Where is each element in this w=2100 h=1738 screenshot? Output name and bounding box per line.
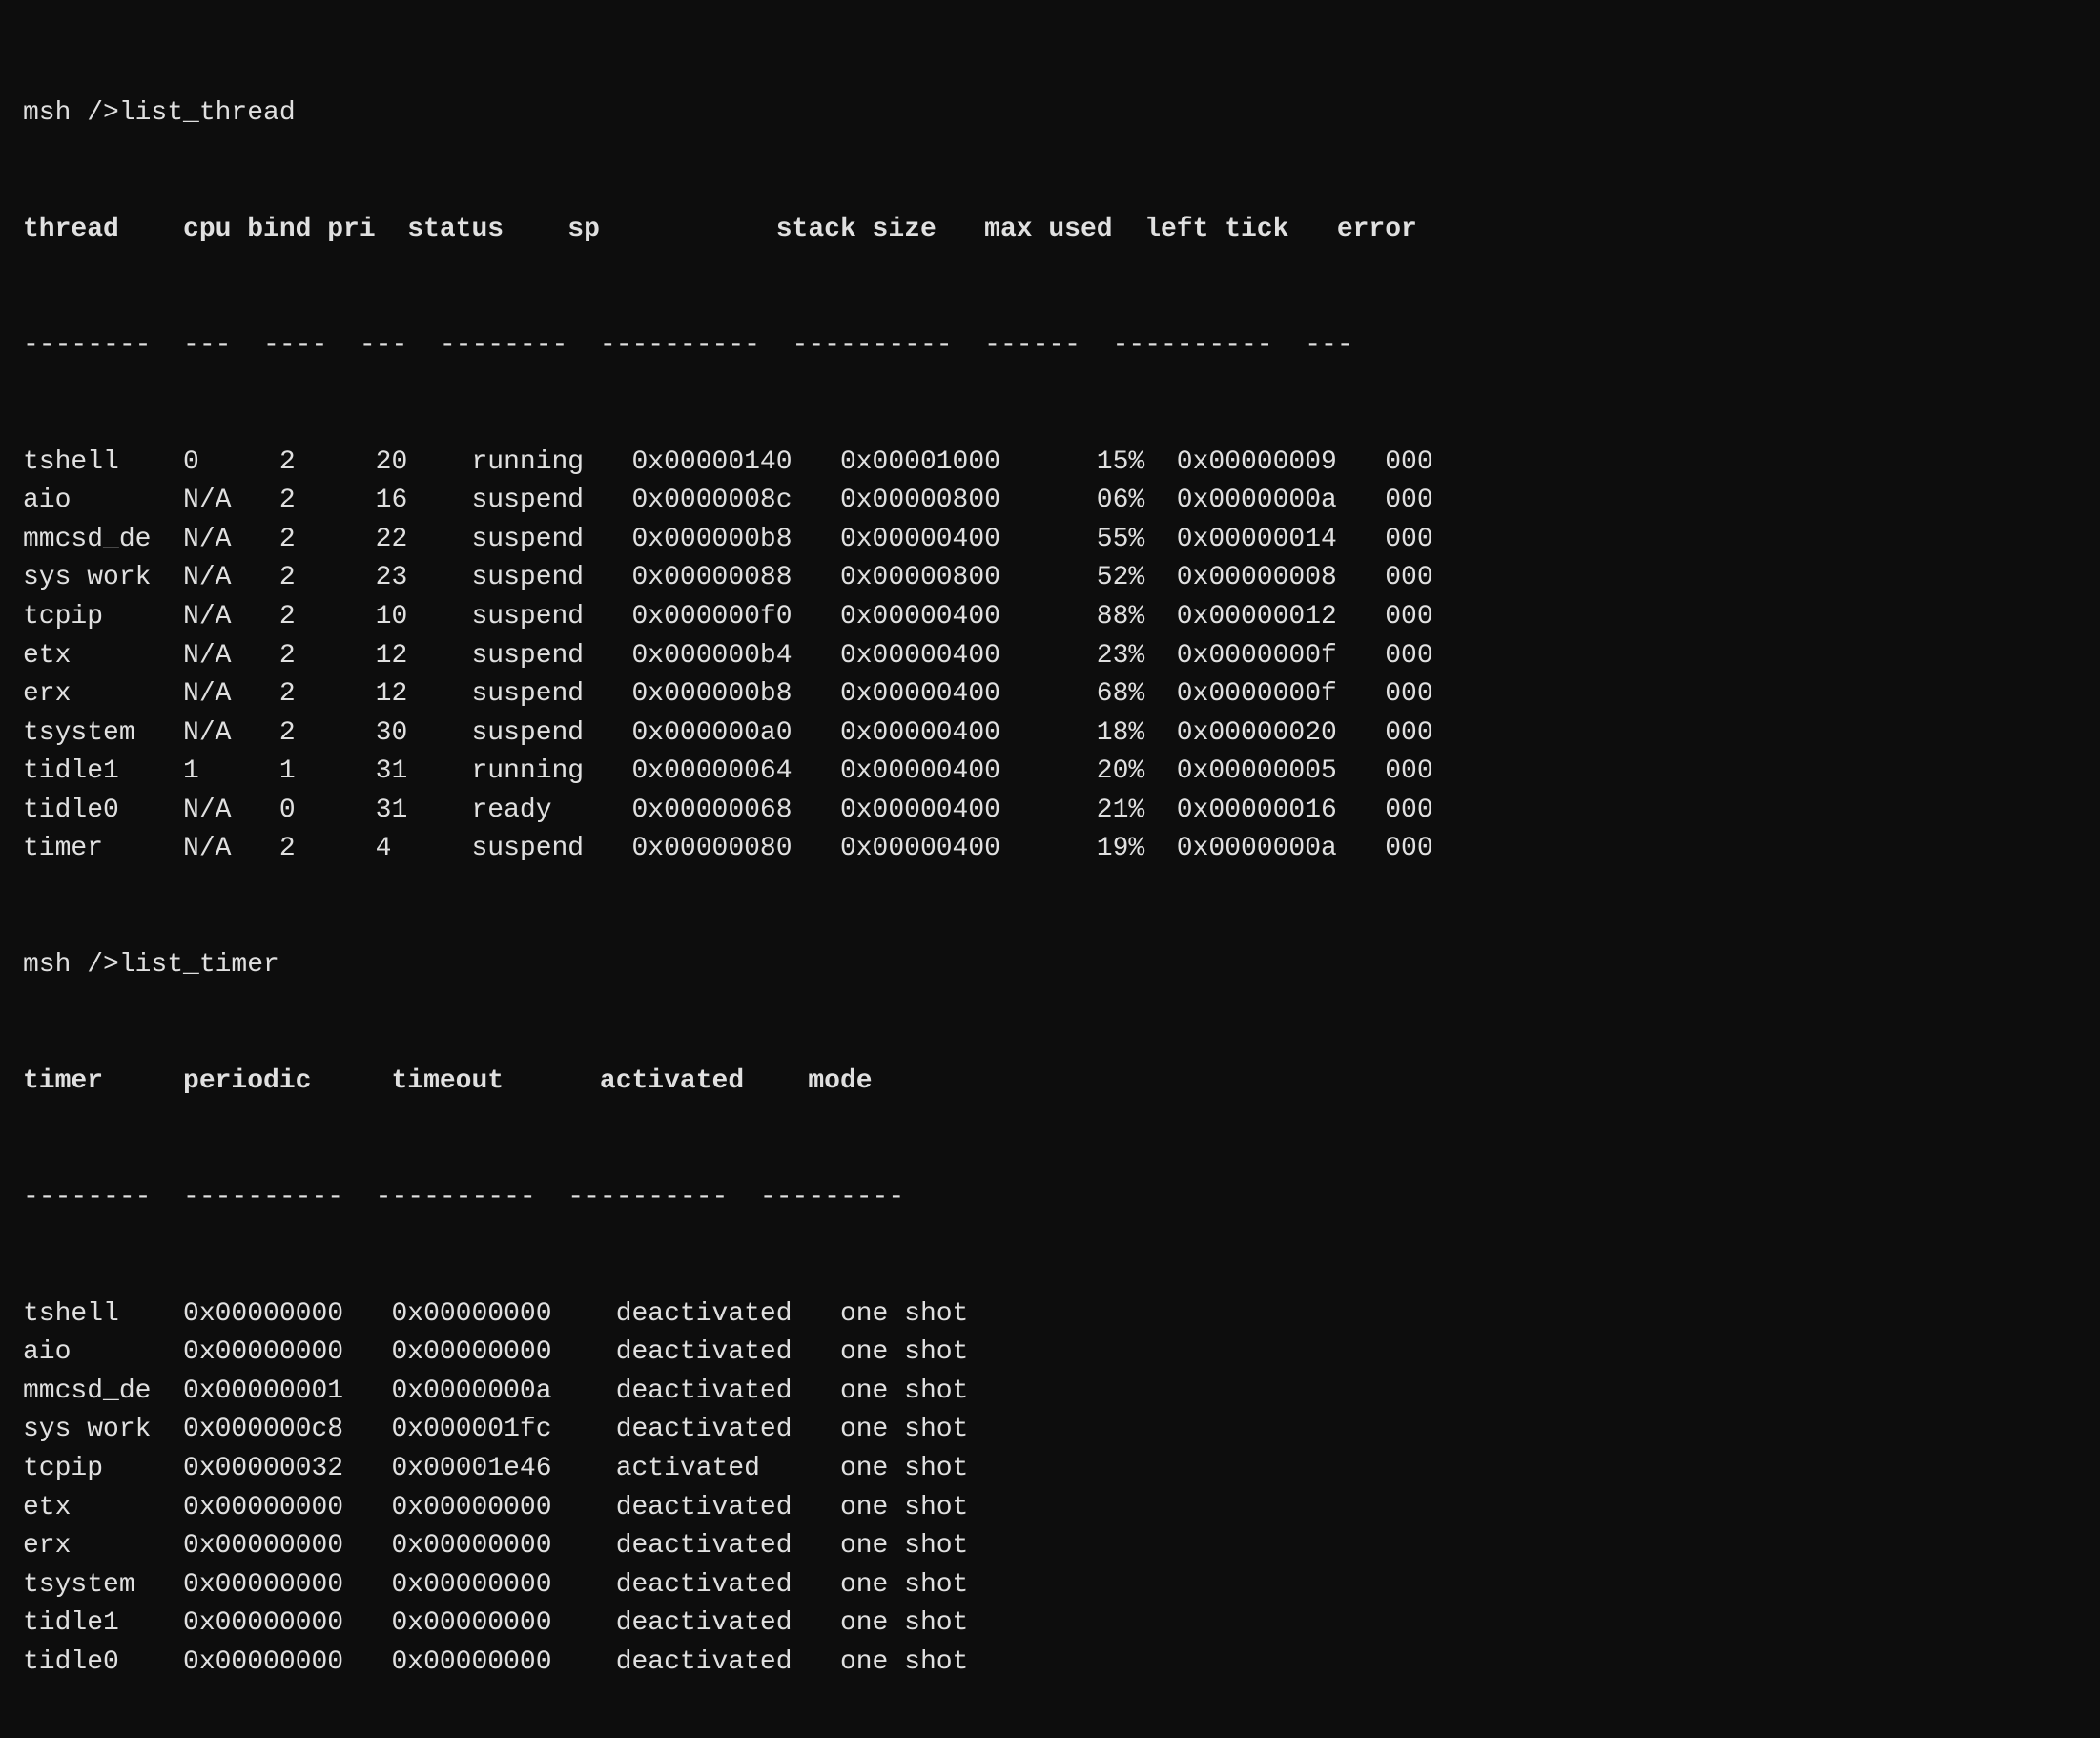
timer-table-separator: -------- ---------- ---------- ---------… [23,1179,2077,1218]
table-row: tcpip N/A 2 10 suspend 0x000000f0 0x0000… [23,598,2077,637]
table-row: tidle1 0x00000000 0x00000000 deactivated… [23,1604,2077,1644]
command-line-2: msh />list_timer [23,946,2077,985]
table-row: tsystem N/A 2 30 suspend 0x000000a0 0x00… [23,714,2077,754]
command-line-1: msh />list_thread [23,94,2077,134]
table-row: tshell 0 2 20 running 0x00000140 0x00001… [23,444,2077,483]
terminal-output: msh />list_thread thread cpu bind pri st… [23,17,2077,1721]
table-row: tsystem 0x00000000 0x00000000 deactivate… [23,1566,2077,1605]
table-row: aio 0x00000000 0x00000000 deactivated on… [23,1334,2077,1373]
table-row: aio N/A 2 16 suspend 0x0000008c 0x000008… [23,482,2077,521]
timer-rows-container: tshell 0x00000000 0x00000000 deactivated… [23,1295,2077,1683]
table-row: tidle0 0x00000000 0x00000000 deactivated… [23,1644,2077,1683]
thread-table-header: thread cpu bind pri status sp stack size… [23,211,2077,250]
table-row: erx N/A 2 12 suspend 0x000000b8 0x000004… [23,675,2077,714]
table-row: sys work 0x000000c8 0x000001fc deactivat… [23,1411,2077,1450]
table-row: tshell 0x00000000 0x00000000 deactivated… [23,1295,2077,1335]
thread-rows-container: tshell 0 2 20 running 0x00000140 0x00001… [23,444,2077,870]
table-row: tcpip 0x00000032 0x00001e46 activated on… [23,1450,2077,1489]
table-row: tidle0 N/A 0 31 ready 0x00000068 0x00000… [23,792,2077,831]
table-row: etx 0x00000000 0x00000000 deactivated on… [23,1489,2077,1528]
table-row: mmcsd_de N/A 2 22 suspend 0x000000b8 0x0… [23,521,2077,560]
thread-table-separator: -------- --- ---- --- -------- ---------… [23,327,2077,366]
table-row: etx N/A 2 12 suspend 0x000000b4 0x000004… [23,637,2077,676]
table-row: timer N/A 2 4 suspend 0x00000080 0x00000… [23,830,2077,869]
table-row: mmcsd_de 0x00000001 0x0000000a deactivat… [23,1373,2077,1412]
table-row: tidle1 1 1 31 running 0x00000064 0x00000… [23,753,2077,792]
table-row: sys work N/A 2 23 suspend 0x00000088 0x0… [23,559,2077,598]
table-row: erx 0x00000000 0x00000000 deactivated on… [23,1527,2077,1566]
timer-table-header: timer periodic timeout activated mode [23,1063,2077,1102]
